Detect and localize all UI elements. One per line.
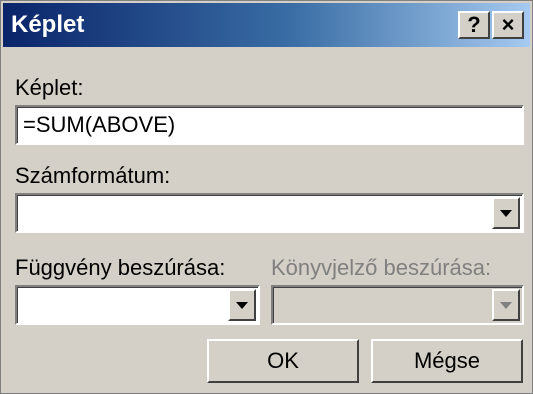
help-button[interactable]: ? <box>458 11 490 39</box>
paste-bookmark-dropdown-button <box>492 289 520 321</box>
window-title: Képlet <box>11 11 85 38</box>
paste-function-select[interactable] <box>15 285 260 325</box>
paste-bookmark-label: Könyvjelző beszúrása: <box>271 255 492 280</box>
formula-value: =SUM(ABOVE) <box>23 112 176 137</box>
close-button[interactable]: × <box>492 11 524 39</box>
number-format-select[interactable] <box>15 193 524 233</box>
formula-label: Képlet: <box>15 75 84 100</box>
title-bar[interactable]: Képlet ? × <box>3 3 530 47</box>
chevron-down-icon <box>236 301 248 309</box>
paste-function-dropdown-button[interactable] <box>228 289 256 321</box>
cancel-button[interactable]: Mégse <box>371 339 523 383</box>
formula-input[interactable]: =SUM(ABOVE) <box>15 105 524 145</box>
paste-bookmark-select <box>271 285 524 325</box>
help-icon: ? <box>467 12 481 37</box>
close-icon: × <box>501 12 515 37</box>
number-format-label: Számformátum: <box>15 163 171 188</box>
ok-button[interactable]: OK <box>207 339 359 383</box>
number-format-dropdown-button[interactable] <box>492 197 520 229</box>
chevron-down-icon <box>500 301 512 309</box>
formula-dialog: Képlet ? × Képlet: =SUM(ABOVE) Számformá… <box>0 0 533 394</box>
paste-function-label: Függvény beszúrása: <box>15 255 226 280</box>
chevron-down-icon <box>500 209 512 217</box>
